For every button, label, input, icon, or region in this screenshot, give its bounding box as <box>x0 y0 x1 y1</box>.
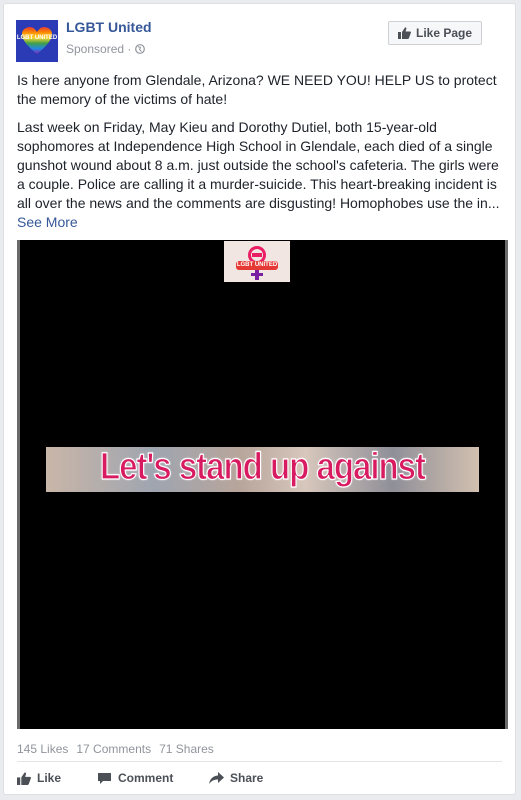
like-page-button[interactable]: Like Page <box>388 21 482 45</box>
like-page-label: Like Page <box>415 26 473 40</box>
share-icon <box>209 771 224 784</box>
engagement-stats: 145 Likes 17 Comments 71 Shares <box>17 742 214 756</box>
action-bar: Like Comment Share <box>17 771 299 785</box>
share-label: Share <box>230 771 264 785</box>
post-image[interactable]: LGBT UNITED Let's stand up against bigot… <box>17 240 508 729</box>
thumbs-up-icon <box>397 27 411 39</box>
banner-text: Let's stand up against bigotry! <box>99 447 426 492</box>
comment-icon <box>98 772 111 784</box>
post-card: LGBT UNITED LGBT United Sponsored · Like… <box>3 3 516 795</box>
share-button[interactable]: Share <box>209 771 299 785</box>
likes-count[interactable]: 145 Likes <box>17 742 68 756</box>
shares-count[interactable]: 71 Shares <box>159 742 214 756</box>
sponsored-label: Sponsored · <box>66 42 132 56</box>
like-button[interactable]: Like <box>17 771 97 785</box>
post-text-body-content: Last week on Friday, May Kieu and Doroth… <box>17 119 500 211</box>
slogan-banner: Let's stand up against bigotry! <box>46 447 479 492</box>
post-text-intro: Is here anyone from Glendale, Arizona? W… <box>17 72 497 107</box>
image-border-right <box>505 240 508 729</box>
globe-icon[interactable] <box>135 44 146 54</box>
page-avatar[interactable]: LGBT UNITED <box>16 20 58 62</box>
post-text-body: Last week on Friday, May Kieu and Doroth… <box>17 118 505 232</box>
logo-text: LGBT UNITED <box>236 262 278 268</box>
image-border-left <box>17 240 20 729</box>
page-name-link[interactable]: LGBT United <box>66 19 152 35</box>
divider <box>17 761 502 762</box>
like-label: Like <box>37 771 62 785</box>
like-thumbs-up-icon <box>17 772 31 785</box>
comments-count[interactable]: 17 Comments <box>76 742 151 756</box>
avatar-text: LGBT UNITED <box>16 35 58 41</box>
comment-label: Comment <box>118 771 174 785</box>
see-more-link[interactable]: See More <box>17 214 78 230</box>
rainbow-heart-icon <box>22 27 52 54</box>
lgbt-united-logo: LGBT UNITED <box>224 241 290 282</box>
sponsored-line: Sponsored · <box>66 42 146 56</box>
comment-button[interactable]: Comment <box>97 771 209 785</box>
